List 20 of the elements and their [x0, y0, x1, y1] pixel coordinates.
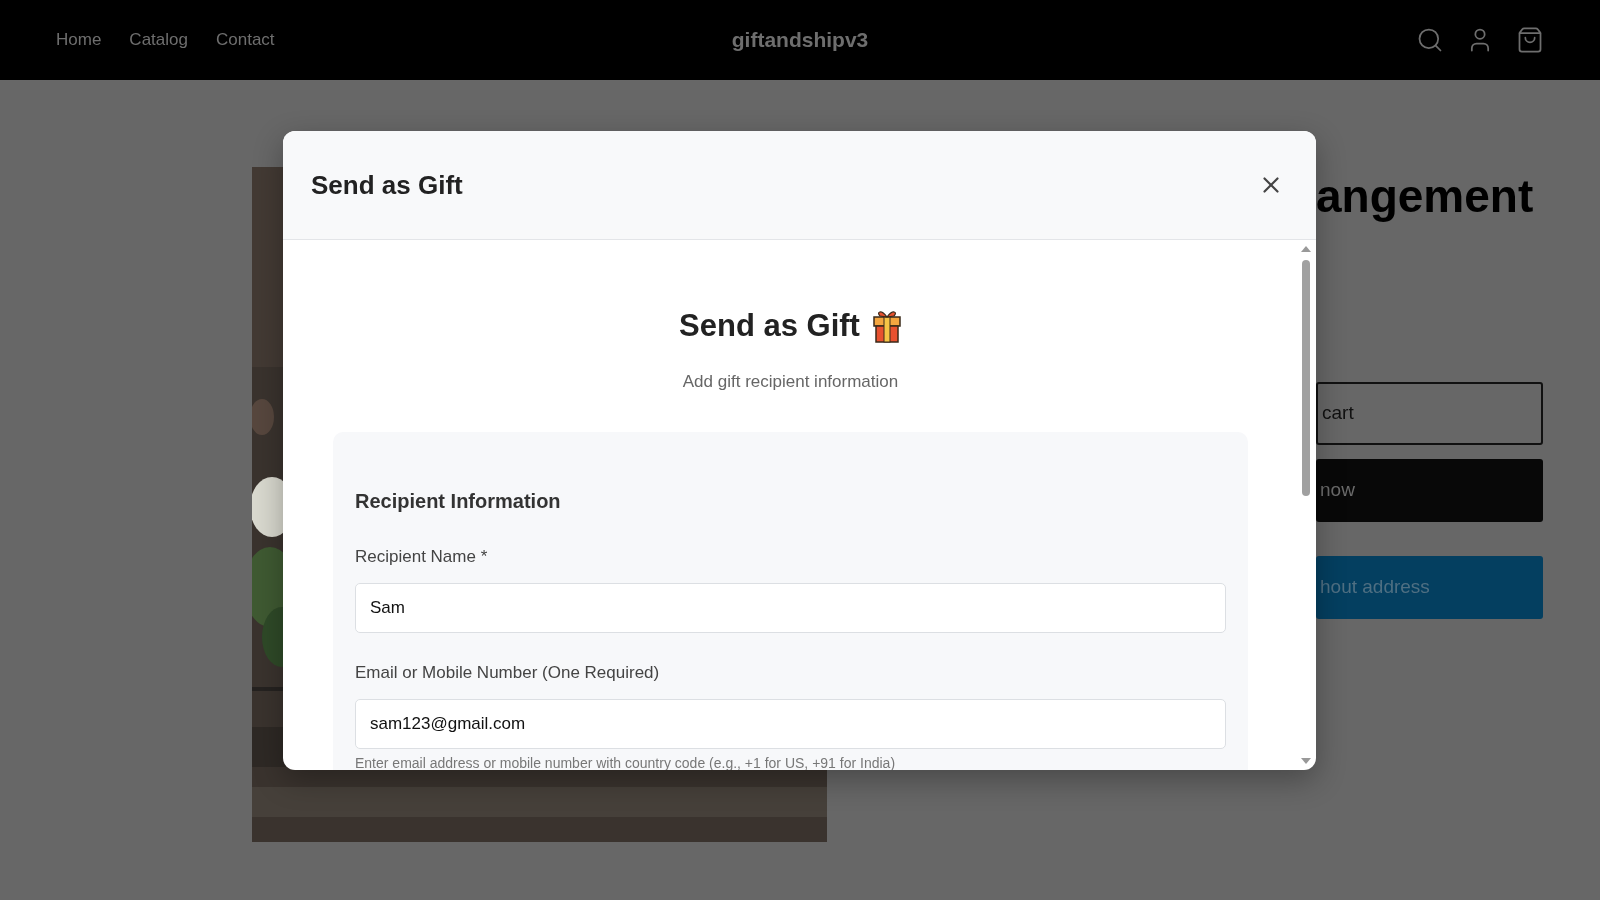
field-label: Email or Mobile Number (One Required): [355, 663, 661, 683]
nav-link[interactable]: Catalog: [129, 30, 188, 50]
gift-icon: [871, 308, 902, 344]
product-button[interactable]: cart: [1316, 381, 1543, 445]
section-title: Recipient Information: [355, 490, 562, 513]
search-icon[interactable]: [1416, 26, 1444, 54]
nav-link[interactable]: Contact: [215, 30, 275, 50]
product-button[interactable]: now: [1316, 458, 1543, 522]
dialog-title: Send as Gift: [311, 169, 463, 201]
store-logo[interactable]: giftandshipv3: [731, 28, 869, 52]
gift-heading: Send as Gift: [679, 308, 860, 344]
field-label: Recipient Name *: [355, 547, 489, 567]
product-title: angement: [1316, 169, 1534, 224]
product-button[interactable]: hout address: [1316, 555, 1543, 619]
input-field[interactable]: sam123@gmail.com: [355, 699, 1226, 749]
dialog-subtitle: Add gift recipient information: [682, 372, 899, 392]
bag-icon[interactable]: [1516, 26, 1544, 54]
nav-link[interactable]: Home: [56, 30, 102, 50]
field-hint: Enter email address or mobile number with country code (e.g., +1 for US, +91 for India): [355, 755, 897, 770]
input-field[interactable]: Sam: [355, 583, 1226, 633]
